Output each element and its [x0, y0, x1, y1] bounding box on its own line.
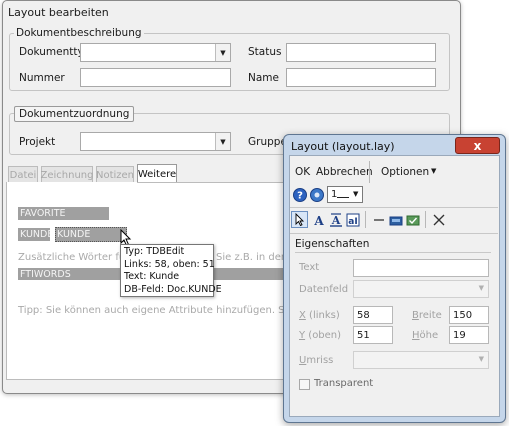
chevron-down-icon[interactable]: ▼	[215, 133, 230, 150]
favorite-field[interactable]: FAVORITE	[18, 207, 109, 220]
transparent-label: Transparent	[314, 378, 374, 389]
width-label-rest: reite	[418, 310, 442, 321]
transparent-checkbox[interactable]	[299, 379, 310, 390]
chevron-down-icon[interactable]: ▼	[479, 355, 484, 363]
doctype-select[interactable]: ▼	[80, 43, 231, 62]
label-tool-icon[interactable]: A	[311, 212, 327, 228]
properties-divider	[290, 233, 498, 234]
text-field-tool-icon[interactable]: A	[328, 212, 344, 228]
tooltip-position: Links: 58, oben: 51	[124, 258, 215, 270]
x-value: 58	[357, 309, 370, 321]
x-input[interactable]: 58	[353, 306, 393, 324]
image-tool-icon[interactable]	[388, 212, 404, 228]
x-label-key: X	[299, 310, 306, 321]
name-input[interactable]	[286, 68, 436, 87]
toolbar-separator	[365, 211, 366, 228]
project-label: Projekt	[19, 136, 56, 148]
height-label-key: H	[412, 330, 420, 341]
chevron-down-icon[interactable]: ▼	[215, 44, 230, 61]
window-title: Layout bearbeiten	[8, 6, 109, 19]
palette-title: Layout (layout.lay)	[291, 140, 395, 153]
tooltip-text: Text: Kunde	[124, 271, 180, 282]
options-menu-button[interactable]: Optionen	[381, 166, 429, 178]
datafield-select[interactable]: ▼	[353, 280, 489, 298]
status-label: Status	[248, 46, 282, 58]
memo-tool-icon[interactable]: aI	[345, 212, 361, 228]
description-group-legend: Dokumentbeschreibung	[14, 27, 144, 39]
width-value: 150	[453, 309, 473, 321]
text-input[interactable]	[353, 259, 489, 277]
border-label: Umriss	[299, 355, 333, 366]
datafield-label: Datenfeld	[299, 284, 349, 295]
number-label: Nummer	[19, 72, 65, 84]
chevron-down-icon[interactable]: ▼	[431, 167, 436, 175]
ftiwords-field[interactable]: FTIWORDS	[18, 268, 120, 280]
height-label-rest: öhe	[419, 330, 439, 341]
y-value: 51	[357, 329, 370, 341]
kunde-field[interactable]: KUNDE	[55, 227, 127, 242]
height-input[interactable]: 19	[449, 326, 489, 344]
close-icon: x	[473, 138, 482, 153]
ftiwords-field-extension[interactable]	[214, 268, 284, 280]
svg-text:aI: aI	[348, 217, 357, 227]
y-label: Y (oben)	[299, 330, 341, 341]
width-input[interactable]: 150	[449, 306, 489, 324]
border-select[interactable]: ▼	[353, 351, 489, 369]
grid-underline	[337, 189, 349, 198]
tab-notizen[interactable]: Notizen	[96, 166, 134, 183]
status-input[interactable]	[286, 43, 436, 62]
close-button[interactable]: x	[455, 137, 500, 154]
tooltip-type: Typ: TDBEdit	[124, 246, 185, 257]
kunde-label[interactable]: KUNDE	[18, 228, 50, 241]
toolbar-divider	[290, 207, 498, 208]
width-label-key: B	[412, 310, 419, 321]
x-label: X (links)	[299, 310, 340, 321]
chevron-down-icon[interactable]: ▼	[479, 284, 484, 292]
project-select[interactable]: ▼	[80, 132, 231, 151]
group-label: Gruppe	[248, 136, 287, 148]
tooltip-dbfield: DB-Feld: Doc.KUNDE	[124, 283, 222, 295]
line-tool-icon[interactable]	[371, 212, 387, 228]
ok-button[interactable]: OK	[295, 166, 310, 178]
text-label: Text	[299, 262, 320, 273]
height-label: Höhe	[412, 330, 438, 341]
select-tool-icon[interactable]	[291, 211, 308, 228]
assignment-group-legend: Dokumentzuordnung	[14, 106, 135, 122]
toolbar-separator	[369, 161, 370, 183]
cancel-button[interactable]: Abbrechen	[316, 166, 373, 178]
chevron-down-icon[interactable]: ▼	[353, 190, 358, 198]
svg-text:A: A	[331, 214, 341, 227]
delete-icon[interactable]	[431, 212, 447, 228]
y-input[interactable]: 51	[353, 326, 393, 344]
properties-heading: Eigenschaften	[295, 238, 370, 250]
tab-zeichnung[interactable]: Zeichnung	[41, 166, 94, 183]
svg-text:?: ?	[297, 191, 303, 202]
help-icon[interactable]: ?	[292, 187, 308, 203]
tab-weitere[interactable]: Weitere	[137, 164, 177, 183]
properties-heading-line	[295, 252, 491, 253]
height-value: 19	[453, 329, 466, 341]
width-label: Breite	[412, 310, 442, 321]
checkbox-tool-icon[interactable]	[405, 212, 421, 228]
grid-settings-icon[interactable]	[309, 187, 325, 203]
element-tooltip: Typ: TDBEdit Links: 58, oben: 51 Text: K…	[120, 244, 222, 297]
tab-datei[interactable]: Datei	[8, 166, 38, 183]
border-label-rest: mriss	[306, 355, 334, 366]
tab-join	[7, 182, 137, 183]
name-label: Name	[248, 72, 279, 84]
x-label-rest: (links)	[305, 310, 340, 321]
svg-text:A: A	[313, 214, 324, 227]
grid-size-select[interactable]: 1 ▼	[327, 186, 363, 203]
toolbar-separator	[425, 211, 426, 228]
y-label-rest: (oben)	[305, 330, 342, 341]
number-input[interactable]	[80, 68, 231, 87]
